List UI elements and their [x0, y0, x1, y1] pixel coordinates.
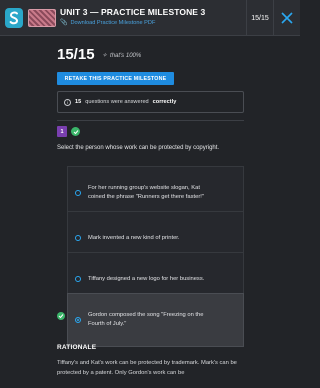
- radio-button[interactable]: [75, 276, 81, 282]
- close-button[interactable]: [273, 0, 300, 36]
- praise-text: ✧ that's 100%: [102, 52, 142, 60]
- close-icon: [281, 12, 293, 24]
- radio-button[interactable]: [75, 190, 81, 196]
- sophia-logo-icon[interactable]: [5, 8, 23, 28]
- rationale-heading: RATIONALE: [57, 344, 97, 351]
- question-number-badge: 1: [57, 126, 67, 137]
- info-text: questions were answered: [85, 99, 149, 105]
- radio-button[interactable]: [75, 235, 81, 241]
- correct-answer-check-icon: [57, 312, 65, 320]
- answer-text: Tiffany designed a new logo for her busi…: [88, 275, 205, 282]
- download-pdf-link[interactable]: 📎 Download Practice Milestone PDF: [60, 19, 156, 27]
- top-bar: UNIT 3 — PRACTICE MILESTONE 3 📎 Download…: [0, 0, 300, 36]
- correct-check-icon: [71, 127, 80, 136]
- answer-text: Gordon composed the song "Freezing on th…: [88, 312, 204, 327]
- unit-title: UNIT 3 — PRACTICE MILESTONE 3: [60, 7, 206, 17]
- info-count: 15: [75, 99, 82, 105]
- answer-choice-selected[interactable]: Gordon composed the song "Freezing on th…: [67, 293, 244, 347]
- question-prompt: Select the person whose work can be prot…: [57, 145, 220, 151]
- milestone-thumbnail: [28, 9, 56, 27]
- radio-button-selected[interactable]: [75, 317, 81, 323]
- retake-button[interactable]: RETAKE THIS PRACTICE MILESTONE: [57, 72, 174, 85]
- praise-label: that's 100%: [110, 52, 142, 59]
- download-pdf-label: Download Practice Milestone PDF: [70, 19, 156, 26]
- info-bold: correctly: [152, 99, 177, 105]
- info-icon: i: [64, 98, 71, 106]
- rationale-text: Tiffany's and Kat's work can be protecte…: [57, 360, 237, 376]
- answer-text: For her running group's website slogan, …: [88, 185, 204, 200]
- info-box: i 15 questions were answered correctly: [57, 91, 244, 113]
- score-heading: 15/15: [57, 46, 95, 63]
- divider: [57, 120, 244, 121]
- paperclip-icon: 📎: [60, 20, 68, 26]
- header-score: 15/15: [246, 0, 273, 36]
- thumbs-icon: ✧: [102, 53, 108, 59]
- answer-text: Mark invented a new kind of printer.: [88, 234, 180, 241]
